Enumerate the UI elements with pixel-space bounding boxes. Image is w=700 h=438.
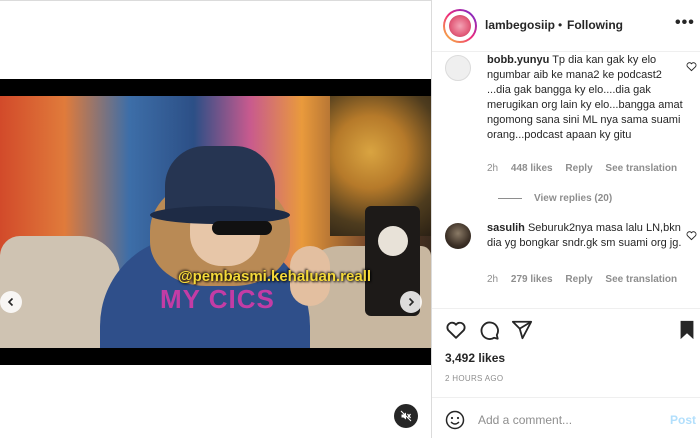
divider xyxy=(498,198,522,199)
comment-like-icon[interactable] xyxy=(686,230,697,241)
sunglasses xyxy=(212,221,272,235)
author-username[interactable]: lambegosiip xyxy=(485,18,555,32)
vase-bow xyxy=(378,226,408,256)
comment-time: 2h xyxy=(487,163,499,174)
comment-username[interactable]: sasulih xyxy=(487,222,525,234)
comment-text: Tp dia kan gak ky elo ngumbar aib ke man… xyxy=(487,54,683,141)
comment-likes[interactable]: 448 likes xyxy=(511,163,553,174)
comment-like-icon[interactable] xyxy=(686,61,697,72)
post-button[interactable]: Post xyxy=(670,413,696,427)
reply-button[interactable]: Reply xyxy=(565,274,592,285)
media-pane: MY CICS @pembasmi.kehaluan.reall xyxy=(0,0,431,438)
post-sidebar: lambegosiip • Following ••• bobb.yunyu T… xyxy=(431,0,700,438)
comment-meta: 2h 448 likes Reply See translation xyxy=(487,163,687,174)
instagram-post-view: MY CICS @pembasmi.kehaluan.reall lambego… xyxy=(0,0,700,438)
see-translation-link[interactable]: See translation xyxy=(605,274,677,285)
divider xyxy=(0,0,431,1)
more-options-button[interactable]: ••• xyxy=(675,14,695,32)
comment-meta: 2h 279 likes Reply See translation xyxy=(487,274,687,285)
video-watermark: @pembasmi.kehaluan.reall xyxy=(178,268,372,285)
view-replies-label: View replies (20) xyxy=(534,193,613,204)
comment-body: sasulih Seburuk2nya masa lalu LN,bkn dia… xyxy=(487,221,687,251)
chevron-right-icon xyxy=(408,297,415,307)
bookmark-icon[interactable] xyxy=(676,319,698,341)
comment-body: bobb.yunyu Tp dia kan gak ky elo ngumbar… xyxy=(487,53,687,143)
mute-icon xyxy=(400,410,412,422)
commenter-avatar[interactable] xyxy=(445,55,471,81)
avatar-frame xyxy=(445,11,475,41)
post-header: lambegosiip • Following ••• xyxy=(432,0,700,52)
comment-composer: Post xyxy=(432,397,700,438)
author-avatar[interactable] xyxy=(443,9,477,43)
comments-list[interactable]: bobb.yunyu Tp dia kan gak ky elo ngumbar… xyxy=(432,53,700,308)
show-brand-text: MY CICS xyxy=(160,284,275,314)
video-player[interactable]: MY CICS @pembasmi.kehaluan.reall xyxy=(0,79,431,365)
comment-username[interactable]: bobb.yunyu xyxy=(487,54,549,66)
emoji-icon[interactable] xyxy=(445,410,465,430)
post-timestamp[interactable]: 2 HOURS AGO xyxy=(445,374,503,383)
heart-icon[interactable] xyxy=(445,319,467,341)
see-translation-link[interactable]: See translation xyxy=(605,163,677,174)
next-button[interactable] xyxy=(400,291,422,313)
post-actions xyxy=(432,308,700,348)
comment-time: 2h xyxy=(487,274,499,285)
view-replies-button[interactable]: View replies (20) xyxy=(498,193,612,204)
comment-likes[interactable]: 279 likes xyxy=(511,274,553,285)
reply-button[interactable]: Reply xyxy=(565,163,592,174)
mute-button[interactable] xyxy=(394,404,418,428)
video-frame: MY CICS @pembasmi.kehaluan.reall xyxy=(0,96,431,348)
share-icon[interactable] xyxy=(511,319,533,341)
account-logo xyxy=(449,15,471,37)
previous-button[interactable] xyxy=(0,291,22,313)
comment-icon[interactable] xyxy=(478,319,500,341)
commenter-avatar[interactable] xyxy=(445,223,471,249)
likes-count[interactable]: 3,492 likes xyxy=(445,351,505,365)
separator-dot: • xyxy=(558,18,563,32)
comment-input[interactable] xyxy=(478,410,658,430)
follow-button[interactable]: Following xyxy=(567,18,623,32)
chevron-left-icon xyxy=(7,297,14,307)
